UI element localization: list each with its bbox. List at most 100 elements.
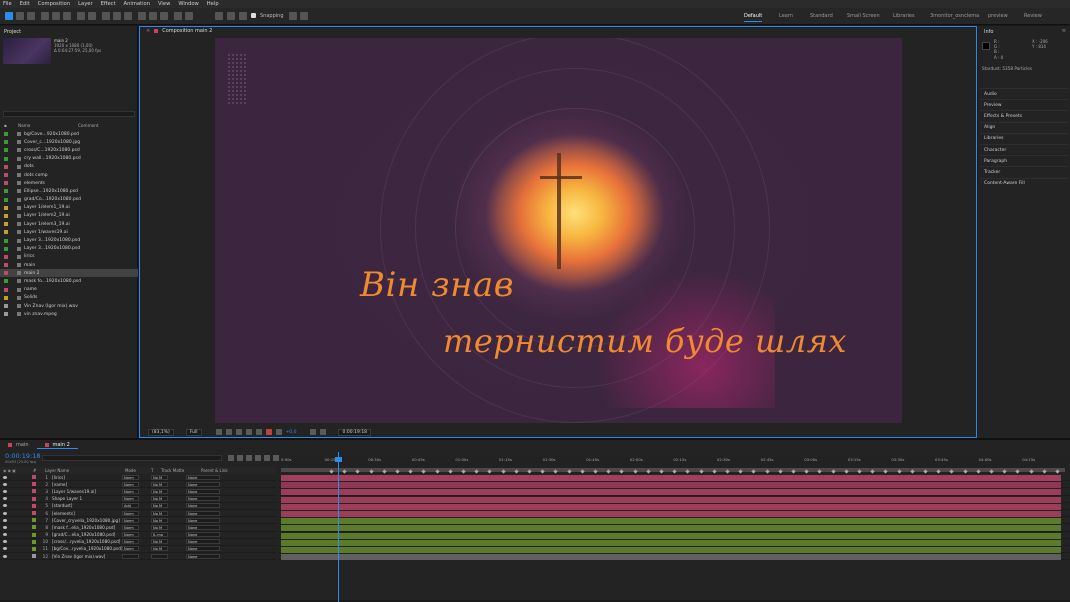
composition-marker[interactable] bbox=[725, 469, 730, 474]
layer-name[interactable]: [Layer 1/waves19.ai] bbox=[52, 489, 122, 494]
visibility-eye-icon[interactable] bbox=[3, 489, 7, 493]
layer-label-color[interactable] bbox=[32, 546, 36, 551]
label-color[interactable] bbox=[4, 205, 8, 210]
composition-marker[interactable] bbox=[329, 469, 334, 474]
project-item[interactable]: bg/Cove...920x1080.psd bbox=[0, 130, 138, 138]
layer-row[interactable]: 1 [lirics] Norm No M None bbox=[0, 474, 276, 482]
track-matte-dropdown[interactable]: No M bbox=[151, 474, 168, 480]
composition-marker[interactable] bbox=[593, 469, 598, 474]
project-item[interactable]: Vin Znav (Igor mix).wav bbox=[0, 302, 138, 310]
parent-dropdown[interactable]: None bbox=[186, 532, 220, 538]
label-color[interactable] bbox=[4, 254, 8, 259]
visibility-eye-icon[interactable] bbox=[3, 475, 7, 479]
track-matte-dropdown[interactable]: No M bbox=[151, 503, 168, 509]
label-color[interactable] bbox=[4, 189, 8, 194]
panel-menu-icon[interactable]: ≡ bbox=[1062, 28, 1066, 34]
composition-marker[interactable] bbox=[1042, 469, 1047, 474]
blend-mode-dropdown[interactable]: Norm bbox=[122, 496, 139, 502]
label-color[interactable] bbox=[4, 181, 8, 186]
composition-marker[interactable] bbox=[791, 469, 796, 474]
info-tab[interactable]: Info bbox=[984, 29, 993, 35]
roto-tool-icon[interactable] bbox=[174, 12, 182, 20]
blend-mode-dropdown[interactable]: Add bbox=[122, 503, 139, 509]
layer-label-color[interactable] bbox=[32, 518, 36, 523]
axis-local-icon[interactable] bbox=[215, 12, 223, 20]
transparency-grid-icon[interactable] bbox=[225, 429, 232, 435]
workspace-standard[interactable]: Standard bbox=[810, 13, 833, 19]
layer-name[interactable]: [mask f...elia_1920x1080.psd] bbox=[52, 525, 122, 530]
layer-row[interactable]: 8 [mask f...elia_1920x1080.psd] Norm No M No… bbox=[0, 524, 276, 532]
project-item[interactable]: elements bbox=[0, 179, 138, 187]
composition-marker[interactable] bbox=[1055, 469, 1060, 474]
layer-row[interactable]: 10 [cross/...ryvelia_1920x1080.psd] Norm No… bbox=[0, 539, 276, 546]
current-time-indicator[interactable] bbox=[338, 452, 339, 602]
workspace-learn[interactable]: Learn bbox=[779, 13, 793, 19]
composition-marker[interactable] bbox=[646, 469, 651, 474]
project-item[interactable]: name bbox=[0, 286, 138, 294]
column-name[interactable]: Name bbox=[18, 123, 78, 128]
workspace-small-screen[interactable]: Small Screen bbox=[847, 13, 880, 19]
composition-marker[interactable] bbox=[698, 469, 704, 474]
composition-marker[interactable] bbox=[844, 469, 849, 474]
composition-marker[interactable] bbox=[923, 469, 928, 474]
visibility-eye-icon[interactable] bbox=[3, 525, 7, 529]
menu-item-animation[interactable]: Animation bbox=[124, 1, 150, 7]
layer-row[interactable]: 6 [elements] Norm No M None bbox=[0, 510, 276, 518]
layer-name[interactable]: [Vin Znav (Igor mix).wav] bbox=[52, 554, 122, 559]
menu-item-file[interactable]: File bbox=[3, 1, 12, 7]
color-channel-icon[interactable] bbox=[265, 429, 272, 435]
rotate-tool-icon[interactable] bbox=[77, 12, 85, 20]
pen-tool-icon[interactable] bbox=[113, 12, 121, 20]
orbit-tool-icon[interactable] bbox=[41, 12, 49, 20]
blend-mode-dropdown[interactable]: Norm bbox=[122, 546, 139, 552]
project-item[interactable]: Layer 3...1920x1080.psd bbox=[0, 236, 138, 244]
layer-duration-bar[interactable] bbox=[281, 525, 1061, 532]
visibility-eye-icon[interactable] bbox=[3, 518, 7, 522]
exposure-reset-icon[interactable] bbox=[275, 429, 282, 435]
parent-dropdown[interactable]: None bbox=[186, 546, 220, 552]
blend-mode-dropdown[interactable]: Norm bbox=[122, 474, 139, 480]
parent-dropdown[interactable]: None bbox=[186, 539, 220, 545]
composition-marker[interactable] bbox=[910, 469, 915, 474]
parent-dropdown[interactable]: None bbox=[186, 496, 220, 502]
project-item[interactable]: mask fo...1920x1080.psd bbox=[0, 277, 138, 285]
composition-tab[interactable]: Composition main 2 bbox=[162, 28, 212, 34]
panel-section-content-aware-fill[interactable]: Content-Aware Fill bbox=[980, 177, 1068, 189]
visibility-eye-icon[interactable] bbox=[3, 482, 7, 486]
layer-label-color[interactable] bbox=[32, 475, 36, 480]
mask-visibility-icon[interactable] bbox=[235, 429, 242, 435]
blend-mode-dropdown[interactable]: Norm bbox=[122, 539, 139, 545]
visibility-eye-icon[interactable] bbox=[3, 540, 7, 544]
hand-tool-icon[interactable] bbox=[16, 12, 24, 20]
label-color[interactable] bbox=[4, 173, 8, 178]
workspace-preview[interactable]: preview bbox=[988, 13, 1008, 19]
shy-icon[interactable] bbox=[246, 455, 252, 461]
project-item[interactable]: Layer 1/elem1_19.ai bbox=[0, 204, 138, 212]
panel-section-preview[interactable]: Preview bbox=[980, 99, 1068, 110]
project-item[interactable]: Cover_c...1920x1080.jpg bbox=[0, 138, 138, 146]
composition-marker[interactable] bbox=[830, 469, 836, 474]
parent-dropdown[interactable]: None bbox=[186, 553, 220, 559]
timeline-tab-main-2[interactable]: main 2 bbox=[36, 442, 78, 449]
visibility-eye-icon[interactable] bbox=[3, 547, 7, 551]
composition-marker[interactable] bbox=[461, 469, 466, 474]
composition-marker[interactable] bbox=[395, 469, 400, 474]
zoom-tool-icon[interactable] bbox=[27, 12, 35, 20]
parent-dropdown[interactable]: None bbox=[186, 510, 220, 516]
composition-marker[interactable] bbox=[778, 469, 783, 474]
label-color[interactable] bbox=[4, 164, 8, 169]
layer-name[interactable]: [lirics] bbox=[52, 475, 122, 480]
project-item[interactable]: Layer 1/elem2_19.ai bbox=[0, 212, 138, 220]
label-color[interactable] bbox=[4, 287, 8, 292]
label-color[interactable] bbox=[4, 222, 8, 227]
composition-marker[interactable] bbox=[989, 469, 994, 474]
timeline-tab-main[interactable]: main bbox=[0, 442, 37, 448]
label-color[interactable] bbox=[4, 295, 8, 300]
parent-dropdown[interactable]: None bbox=[186, 517, 220, 523]
layer-row[interactable]: 12 [Vin Znav (Igor mix).wav] None bbox=[0, 553, 276, 561]
project-item[interactable]: cry wall...1920x1080.psd bbox=[0, 155, 138, 163]
blend-mode-dropdown[interactable]: Norm bbox=[122, 524, 139, 530]
track-matte-dropdown[interactable] bbox=[151, 553, 168, 559]
clone-tool-icon[interactable] bbox=[149, 12, 157, 20]
layer-row[interactable]: 9 [grad/C...elia_1920x1080.psd] Norm IL.ma N… bbox=[0, 532, 276, 539]
